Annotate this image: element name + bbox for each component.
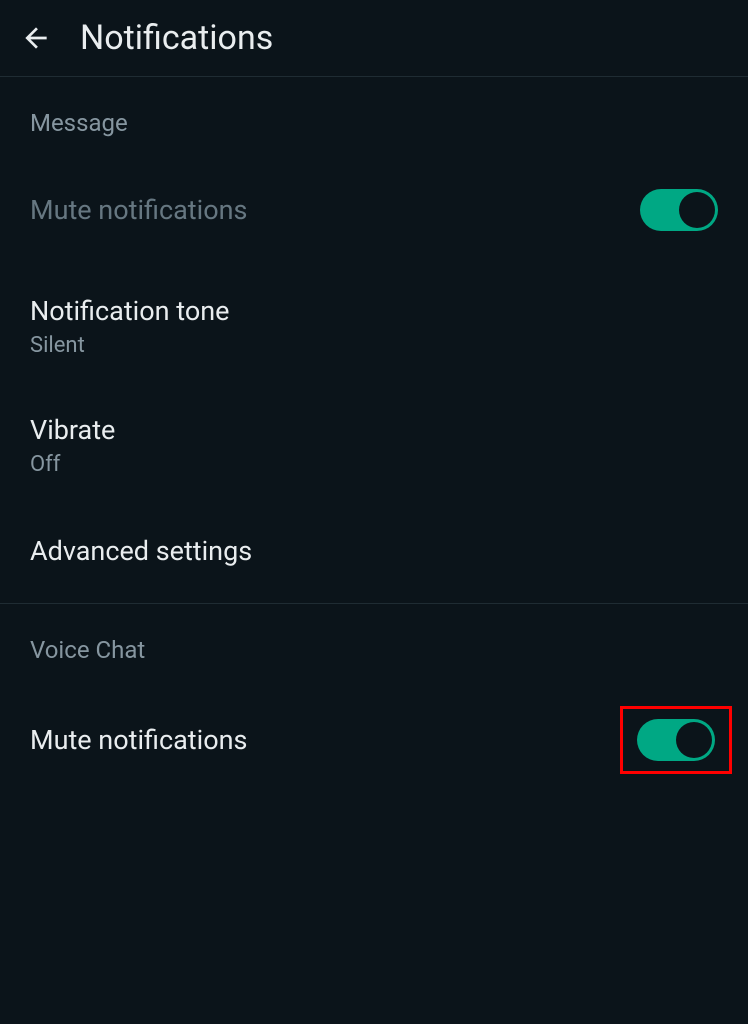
mute-voicechat-toggle[interactable]: [637, 719, 715, 761]
page-title: Notifications: [80, 18, 273, 58]
row-mute-message[interactable]: Mute notifications: [0, 153, 748, 267]
vibrate-label: Vibrate: [30, 414, 115, 446]
mute-voicechat-label: Mute notifications: [30, 724, 247, 756]
section-header-message: Message: [0, 77, 748, 153]
section-header-voicechat: Voice Chat: [0, 604, 748, 680]
header: Notifications: [0, 0, 748, 76]
toggle-knob: [676, 722, 712, 758]
advanced-label: Advanced settings: [30, 535, 252, 567]
back-icon[interactable]: [20, 22, 52, 54]
tone-value: Silent: [30, 333, 229, 358]
row-text: Vibrate Off: [30, 414, 115, 477]
row-advanced-settings[interactable]: Advanced settings: [0, 505, 748, 603]
row-text: Notification tone Silent: [30, 295, 229, 358]
highlight-box: [620, 706, 732, 774]
mute-message-label: Mute notifications: [30, 194, 247, 226]
row-vibrate[interactable]: Vibrate Off: [0, 386, 748, 505]
toggle-knob: [679, 192, 715, 228]
tone-label: Notification tone: [30, 295, 229, 327]
mute-message-toggle[interactable]: [640, 189, 718, 231]
row-text: Mute notifications: [30, 194, 247, 226]
row-text: Advanced settings: [30, 535, 252, 567]
row-text: Mute notifications: [30, 724, 247, 756]
row-mute-voicechat[interactable]: Mute notifications: [0, 680, 748, 800]
vibrate-value: Off: [30, 452, 115, 477]
row-notification-tone[interactable]: Notification tone Silent: [0, 267, 748, 386]
